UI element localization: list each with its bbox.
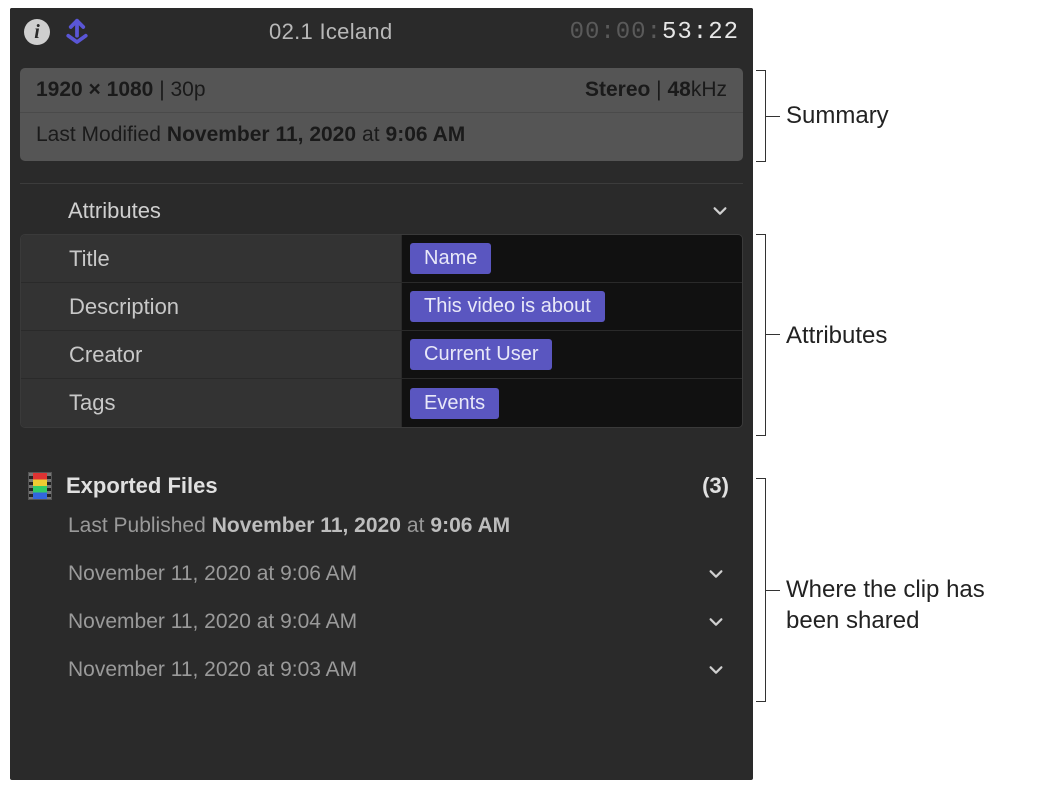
chevron-down-icon[interactable] xyxy=(711,202,729,220)
attr-row-title: Title Name xyxy=(21,235,742,283)
attributes-table: Title Name Description This video is abo… xyxy=(20,234,743,428)
info-icon[interactable]: i xyxy=(24,19,50,45)
audio-mode: Stereo xyxy=(585,78,650,101)
last-modified-at: at xyxy=(362,123,380,147)
summary-box: 1920 × 1080 | 30p Stereo | 48kHz Last Mo… xyxy=(20,68,743,161)
exported-file-row[interactable]: November 11, 2020 at 9:06 AM xyxy=(68,562,729,586)
last-published-date: November 11, 2020 xyxy=(212,514,401,538)
timecode-bright: 53:22 xyxy=(662,19,739,46)
attr-token[interactable]: Name xyxy=(410,243,491,274)
attr-value-field[interactable]: Name xyxy=(401,235,742,282)
summary-resolution: 1920 × 1080 | 30p xyxy=(36,78,206,102)
exported-files-section: Exported Files (3) Last Published Novemb… xyxy=(10,428,753,682)
callout-tick xyxy=(766,116,780,117)
callout-attributes: Attributes xyxy=(786,320,887,351)
summary-audio: Stereo | 48kHz xyxy=(585,78,727,102)
attr-value-field[interactable]: Current User xyxy=(401,331,742,378)
share-inspector: i 02.1 Iceland 00:00:53:22 1920 × 1080 |… xyxy=(10,8,753,780)
timecode: 00:00:53:22 xyxy=(570,19,739,46)
summary-row-format: 1920 × 1080 | 30p Stereo | 48kHz xyxy=(20,68,743,113)
attr-value-field[interactable]: Events xyxy=(401,379,742,427)
resolution-value: 1920 × 1080 xyxy=(36,78,153,101)
audio-sep: | xyxy=(650,78,667,101)
share-arrow-icon[interactable] xyxy=(62,17,92,47)
exported-file-date: November 11, 2020 at 9:04 AM xyxy=(68,610,357,634)
last-published-row: Last Published November 11, 2020 at 9:06… xyxy=(68,514,729,538)
audio-rate-unit: kHz xyxy=(691,78,727,101)
last-published-label: Last Published xyxy=(68,514,206,538)
callout-bracket xyxy=(756,234,766,436)
last-modified-date: November 11, 2020 xyxy=(167,123,356,147)
exported-files-label: Exported Files xyxy=(66,473,218,499)
chevron-down-icon[interactable] xyxy=(707,613,725,631)
callout-tick xyxy=(766,590,780,591)
attr-token[interactable]: This video is about xyxy=(410,291,605,322)
attr-label: Creator xyxy=(21,342,401,368)
attributes-label: Attributes xyxy=(68,198,161,224)
attr-value-field[interactable]: This video is about xyxy=(401,283,742,330)
attr-label: Description xyxy=(21,294,401,320)
exported-files-header[interactable]: Exported Files (3) xyxy=(68,472,729,500)
attributes-header[interactable]: Attributes xyxy=(10,184,753,234)
exported-file-row[interactable]: November 11, 2020 at 9:03 AM xyxy=(68,658,729,682)
callout-tick xyxy=(766,334,780,335)
callout-bracket xyxy=(756,478,766,702)
summary-row-modified: Last Modified November 11, 2020 at 9:06 … xyxy=(20,113,743,161)
exported-file-date: November 11, 2020 at 9:03 AM xyxy=(68,658,357,682)
attr-row-description: Description This video is about xyxy=(21,283,742,331)
last-modified-time: 9:06 AM xyxy=(386,123,466,147)
attr-token[interactable]: Current User xyxy=(410,339,552,370)
attr-row-tags: Tags Events xyxy=(21,379,742,427)
clip-title: 02.1 Iceland xyxy=(92,19,570,45)
audio-rate-val: 48 xyxy=(667,78,690,101)
last-published-time: 9:06 AM xyxy=(430,514,510,538)
exported-files-count: (3) xyxy=(702,473,729,499)
callout-bracket xyxy=(756,70,766,162)
last-modified-label: Last Modified xyxy=(36,123,161,147)
attr-row-creator: Creator Current User xyxy=(21,331,742,379)
exported-file-date: November 11, 2020 at 9:06 AM xyxy=(68,562,357,586)
last-published-at: at xyxy=(407,514,425,538)
summary-section: 1920 × 1080 | 30p Stereo | 48kHz Last Mo… xyxy=(10,56,753,161)
inspector-header: i 02.1 Iceland 00:00:53:22 xyxy=(10,8,753,56)
callout-shared: Where the clip has been shared xyxy=(786,574,1036,636)
fps-value: 30p xyxy=(171,78,206,101)
chevron-down-icon[interactable] xyxy=(707,661,725,679)
timecode-dim: 00:00: xyxy=(570,19,662,46)
film-strip-icon xyxy=(28,472,52,500)
attr-token[interactable]: Events xyxy=(410,388,499,419)
exported-file-row[interactable]: November 11, 2020 at 9:04 AM xyxy=(68,610,729,634)
chevron-down-icon[interactable] xyxy=(707,565,725,583)
attr-label: Tags xyxy=(21,390,401,416)
resolution-sep: | xyxy=(153,78,170,101)
attr-label: Title xyxy=(21,246,401,272)
callout-summary: Summary xyxy=(786,100,889,131)
